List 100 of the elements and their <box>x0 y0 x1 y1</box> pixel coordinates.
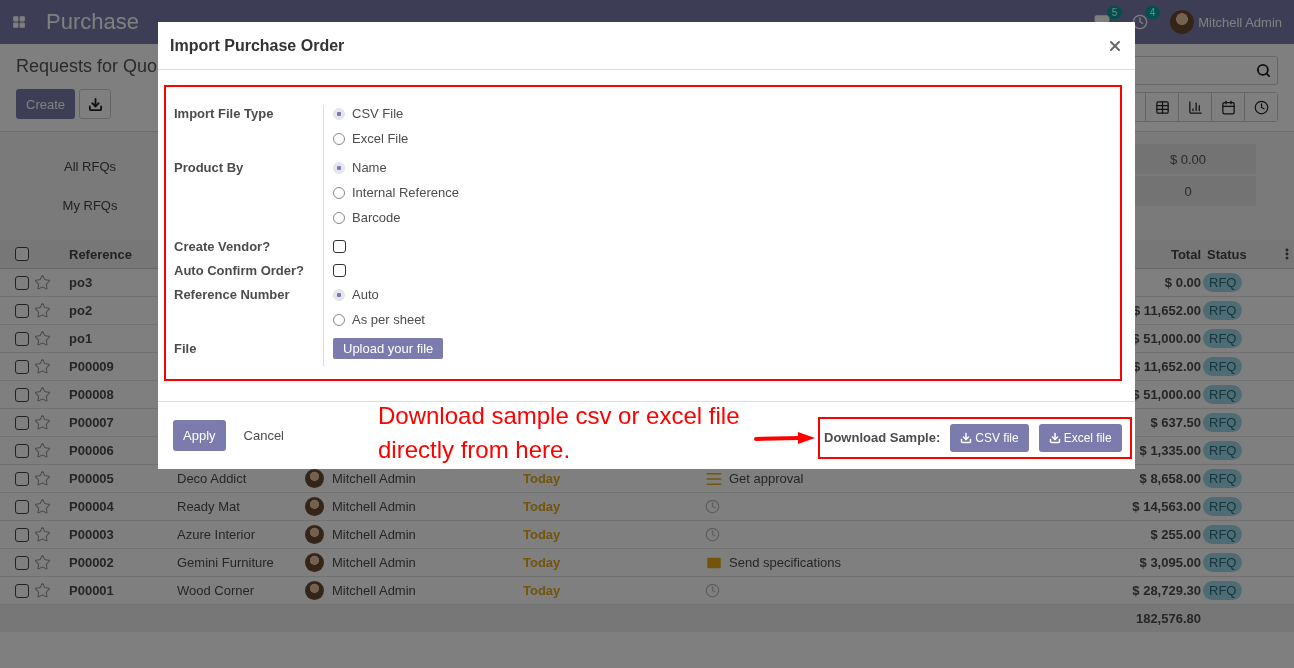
download-icon <box>87 96 103 112</box>
star-icon[interactable] <box>34 414 51 431</box>
date-cell-text: Today <box>523 583 562 598</box>
checkbox[interactable] <box>15 499 29 514</box>
date-cell-text: Today <box>523 527 562 542</box>
table-cell-text: P00006 <box>69 443 115 458</box>
status-badge: RFQ <box>1203 469 1243 488</box>
field-label: Import File Type <box>174 105 324 159</box>
table-cell: Mitchell Admin <box>332 499 416 514</box>
total-sum: 182,576.80 <box>1134 611 1202 626</box>
download-icon <box>1048 431 1061 444</box>
table-cell-text: $ 637.50 <box>1149 415 1202 430</box>
radio-option[interactable]: Excel File <box>333 130 1112 147</box>
star-icon[interactable] <box>34 302 51 319</box>
checkbox[interactable] <box>15 387 29 402</box>
checkbox[interactable] <box>15 443 29 458</box>
option-label: Name <box>352 159 387 176</box>
table-cell-text: $ 0.00 <box>1163 275 1202 290</box>
star-icon[interactable] <box>34 470 51 487</box>
dialog-title: Import Purchase Order <box>170 36 345 55</box>
table-cell-text: $ 8,658.00 <box>1138 471 1202 486</box>
radio-option[interactable]: As per sheet <box>333 311 1112 328</box>
star-icon[interactable] <box>34 498 51 515</box>
table-cell-text: Gemini Furniture <box>177 555 275 570</box>
view-button[interactable] <box>1244 93 1277 121</box>
bar-chart-icon <box>1187 99 1203 115</box>
option-label: Excel File <box>352 130 409 147</box>
user-avatar <box>1170 10 1195 34</box>
download-button[interactable]: CSV file <box>950 423 1029 452</box>
star-icon[interactable] <box>34 386 51 403</box>
table-cell-text: $ 1,335.00 <box>1138 443 1202 458</box>
table-cell-text: P00001 <box>69 583 115 598</box>
star-icon[interactable] <box>34 274 51 291</box>
status-badge: RFQ <box>1203 273 1243 292</box>
radio-option[interactable]: CSV File <box>333 105 1112 122</box>
page-title: Requests for Quo <box>16 56 158 77</box>
user-avatar <box>305 581 324 600</box>
checkbox[interactable] <box>15 247 29 261</box>
apply-button[interactable]: Apply <box>173 420 226 451</box>
option-label: CSV File <box>352 105 404 122</box>
table-cell-text: P00002 <box>69 555 115 570</box>
download-button[interactable] <box>79 89 112 119</box>
download-button[interactable]: Excel file <box>1038 423 1122 452</box>
option-label: Internal Reference <box>352 184 459 201</box>
checkbox[interactable] <box>15 471 29 486</box>
checkbox[interactable] <box>15 583 29 598</box>
star-icon[interactable] <box>34 526 51 543</box>
checkbox[interactable] <box>15 303 29 318</box>
table-cell: Mitchell Admin <box>332 471 416 486</box>
apps-menu-icon[interactable] <box>12 15 26 29</box>
status-badge: RFQ <box>1203 441 1243 460</box>
checkbox[interactable] <box>15 331 29 346</box>
table-cell-text: po1 <box>69 331 94 346</box>
cancel-button[interactable]: Cancel <box>237 427 290 444</box>
app-name: Purchase <box>46 9 139 35</box>
radio-button[interactable] <box>333 186 345 199</box>
dashboard-filter[interactable]: My RFQs <box>62 198 118 213</box>
checkbox[interactable] <box>333 240 346 253</box>
star-icon[interactable] <box>34 330 51 347</box>
table-cell-text: $ 255.00 <box>1149 527 1202 542</box>
table-cell-text: $ 14,563.00 <box>1131 499 1202 514</box>
radio-option[interactable]: Internal Reference <box>333 184 1112 201</box>
checkbox[interactable] <box>15 359 29 374</box>
upload-button[interactable]: Upload your file <box>333 338 444 359</box>
date-cell-text: Today <box>523 471 562 486</box>
user-avatar <box>305 553 324 572</box>
table-cell: Mitchell Admin <box>332 555 416 570</box>
arrow <box>754 430 816 445</box>
checkbox[interactable] <box>15 275 29 290</box>
table-cell-text: P00005 <box>69 471 115 486</box>
dashboard-filter[interactable]: All RFQs <box>64 159 116 174</box>
status-badge: RFQ <box>1203 581 1243 600</box>
date-cell-text: Today <box>523 555 562 570</box>
checkbox[interactable] <box>15 527 29 542</box>
star-icon[interactable] <box>34 442 51 459</box>
count-badge: 5 <box>1106 6 1123 19</box>
user-avatar <box>305 525 324 544</box>
table-icon <box>1154 99 1170 115</box>
table-cell-text: po2 <box>69 303 94 318</box>
column-header: Status <box>1207 246 1247 262</box>
radio-button[interactable] <box>333 313 345 326</box>
status-badge: RFQ <box>1203 301 1243 320</box>
calendar-icon <box>1220 99 1236 115</box>
radio-button[interactable] <box>333 211 345 224</box>
star-icon[interactable] <box>34 582 51 599</box>
radio-option[interactable]: Auto <box>333 286 1112 303</box>
table-cell-text: P00003 <box>69 527 115 542</box>
star-icon[interactable] <box>34 358 51 375</box>
table-cell-text: $ 28,729.30 <box>1131 583 1202 598</box>
radio-option[interactable]: Name <box>333 159 1112 176</box>
field-label: Product By <box>174 159 324 238</box>
star-icon[interactable] <box>34 554 51 571</box>
field-label: Reference Number <box>174 286 324 340</box>
download-icon <box>960 431 973 444</box>
user-avatar <box>305 469 324 488</box>
checkbox[interactable] <box>333 264 346 277</box>
radio-option[interactable]: Barcode <box>333 209 1112 226</box>
radio-button[interactable] <box>333 132 345 145</box>
checkbox[interactable] <box>15 555 29 570</box>
checkbox[interactable] <box>15 415 29 430</box>
